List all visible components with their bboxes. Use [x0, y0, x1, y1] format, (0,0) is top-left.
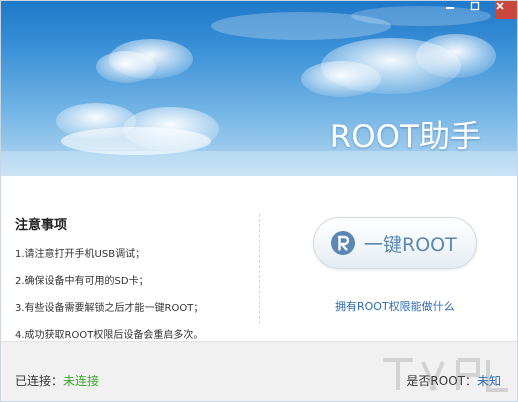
note-item: 1.请注意打开手机USB调试； [15, 249, 146, 260]
header-banner: ROOT助手 [1, 1, 517, 176]
root-info-link[interactable]: 拥有ROOT权限能做什么 [335, 298, 455, 314]
watermark-logo [383, 358, 508, 392]
one-click-root-button[interactable]: 一键ROOT [313, 217, 477, 269]
root-r-icon [331, 231, 355, 255]
note-item: 4.成功获取ROOT权限后设备会重启多次。 [15, 330, 204, 341]
notes-section: 注意事项 1.请注意打开手机USB调试； 2.确保设备中有可用的SD卡； 3.有… [15, 214, 255, 353]
connection-status: 已连接：未连接 [15, 372, 99, 389]
minimize-button[interactable] [445, 1, 469, 19]
close-icon [496, 2, 504, 10]
status-bar: 已连接：未连接 是否ROOT：未知 [1, 341, 517, 401]
root-button-label: 一键ROOT [364, 233, 457, 256]
close-button[interactable] [495, 1, 517, 19]
connection-value: 未连接 [63, 374, 100, 388]
main-panel: 注意事项 1.请注意打开手机USB调试； 2.确保设备中有可用的SD卡； 3.有… [1, 176, 517, 341]
note-item: 2.确保设备中有可用的SD卡； [15, 276, 149, 287]
notes-heading: 注意事项 [15, 218, 68, 233]
note-item: 3.有些设备需要解锁之后才能一键ROOT； [15, 303, 204, 314]
app-window: ROOT助手 注意事项 1.请注意打开手机USB调试； 2.确保设备中有可用的S… [0, 0, 518, 402]
maximize-icon [470, 1, 480, 11]
minimize-icon [446, 7, 454, 9]
app-title: ROOT助手 [329, 119, 481, 155]
maximize-button[interactable] [470, 1, 494, 19]
section-divider [259, 214, 260, 324]
connection-label: 已连接： [15, 374, 64, 388]
